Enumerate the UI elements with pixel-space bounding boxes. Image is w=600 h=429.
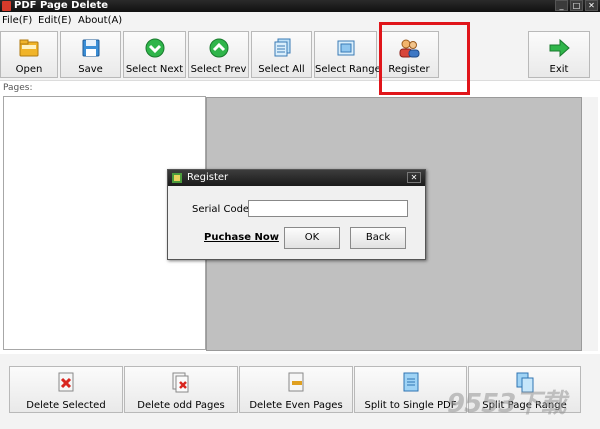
app-icon (2, 1, 11, 11)
serial-code-label: Serial Code: (192, 204, 253, 215)
select-range-label: Select Range (315, 64, 381, 75)
floppy-disk-icon (82, 39, 99, 57)
vertical-scrollbar[interactable] (582, 97, 598, 351)
title-bar: PDF Page Delete _ □ ✕ (0, 0, 600, 12)
select-all-label: Select All (258, 64, 305, 75)
exit-label: Exit (549, 64, 569, 75)
menu-about[interactable]: About(A) (78, 15, 122, 26)
select-prev-label: Select Prev (190, 64, 247, 75)
folder-open-icon (19, 39, 39, 57)
save-label: Save (78, 64, 103, 75)
split-page-icon (403, 372, 418, 392)
select-all-button[interactable]: Select All (251, 31, 312, 78)
menu-edit[interactable]: Edit(E) (38, 15, 72, 26)
up-arrow-icon (209, 38, 228, 58)
purchase-now-link[interactable]: Puchase Now (204, 232, 279, 243)
maximize-button[interactable]: □ (570, 0, 583, 11)
exit-arrow-icon (549, 38, 570, 58)
delete-odd-pages-icon (172, 372, 189, 393)
exit-button[interactable]: Exit (528, 31, 590, 78)
delete-even-pages-icon (288, 372, 304, 392)
save-button[interactable]: Save (60, 31, 121, 78)
register-dialog: Register ✕ Serial Code: Puchase Now OK B… (167, 169, 426, 260)
delete-selected-label: Delete Selected (26, 400, 106, 411)
dialog-close-button[interactable]: ✕ (407, 172, 421, 183)
back-button[interactable]: Back (350, 227, 406, 249)
delete-odd-label: Delete odd Pages (137, 400, 225, 411)
down-arrow-icon (145, 38, 164, 58)
open-label: Open (15, 64, 43, 75)
menu-bar: File(F) Edit(E) About(A) (0, 12, 600, 30)
open-button[interactable]: Open (0, 31, 58, 78)
delete-odd-button[interactable]: Delete odd Pages (124, 366, 238, 413)
close-button[interactable]: ✕ (585, 0, 598, 11)
delete-page-icon (58, 372, 74, 392)
register-highlight-box (379, 22, 470, 95)
serial-code-input[interactable] (248, 200, 408, 217)
select-next-label: Select Next (125, 64, 184, 75)
select-next-button[interactable]: Select Next (123, 31, 186, 78)
range-pages-icon (337, 40, 354, 56)
watermark-logo: 9553下载 (447, 389, 566, 419)
dialog-title-bar: Register ✕ (168, 170, 425, 186)
pages-stack-icon (274, 38, 290, 57)
pages-label: Pages: (3, 83, 33, 93)
register-dialog-icon (172, 173, 182, 183)
delete-even-button[interactable]: Delete Even Pages (239, 366, 353, 413)
minimize-button[interactable]: _ (555, 0, 568, 11)
window-title: PDF Page Delete (14, 0, 109, 11)
dialog-title: Register (187, 172, 229, 183)
select-range-button[interactable]: Select Range (314, 31, 381, 78)
delete-even-label: Delete Even Pages (249, 400, 343, 411)
delete-selected-button[interactable]: Delete Selected (9, 366, 123, 413)
select-prev-button[interactable]: Select Prev (188, 31, 249, 78)
menu-file[interactable]: File(F) (2, 15, 32, 26)
ok-button[interactable]: OK (284, 227, 340, 249)
toolbar: Open Save Select Next Select Prev Select… (0, 30, 600, 81)
